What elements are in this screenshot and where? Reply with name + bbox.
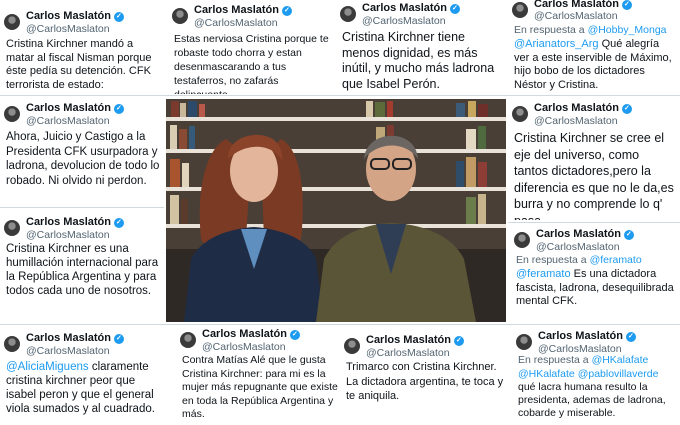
user-handle[interactable]: @CarlosMaslaton [26, 345, 110, 357]
display-name: Carlos Maslatón [538, 330, 623, 342]
divider [0, 95, 680, 96]
tweet-text: @Arianators_Arg Qué alegría ver a este i… [514, 38, 676, 92]
verified-badge-icon: ✓ [113, 334, 124, 344]
profile-avatar[interactable] [4, 106, 20, 122]
verified-badge-icon: ✓ [621, 104, 632, 114]
verified-badge-icon: ✓ [113, 218, 124, 228]
tweet-card-1[interactable]: Carlos Maslatón ✓ @CarlosMaslaton Cristin… [2, 8, 164, 92]
tweet-card-2[interactable]: Carlos Maslatón ✓ @CarlosMaslaton Estas n… [170, 2, 335, 94]
reply-context: En respuesta a @feramato [516, 254, 680, 266]
divider [0, 324, 680, 325]
user-handle[interactable]: @CarlosMaslaton [202, 341, 286, 353]
tweet-text: Trimarco con Cristina Kirchner. La dicta… [346, 361, 504, 402]
reply-context: En respuesta a @Hobby_Monga [514, 24, 680, 36]
user-handle[interactable]: @CarlosMaslaton [534, 115, 618, 127]
photo-two-people[interactable] [166, 99, 506, 322]
reply-prefix: En respuesta a [518, 354, 589, 366]
tweet-text: Cristina Kirchner se cree el eje del uni… [514, 131, 674, 220]
display-name: Carlos Maslatón [26, 102, 111, 114]
mention-link-2[interactable]: @pablovillaverde [578, 368, 659, 380]
mention-link[interactable]: @HKalafate [518, 368, 575, 380]
user-handle[interactable]: @CarlosMaslaton [26, 23, 110, 35]
display-name: Carlos Maslatón [366, 334, 451, 346]
tweet-card-5[interactable]: Carlos Maslatón ✓ @CarlosMaslaton Ahora, … [2, 100, 164, 202]
divider [508, 222, 680, 223]
profile-avatar[interactable] [4, 220, 20, 236]
profile-avatar[interactable] [512, 2, 528, 18]
profile-avatar[interactable] [514, 232, 530, 248]
mention-link[interactable]: @feramato [516, 268, 571, 280]
profile-avatar[interactable] [4, 336, 20, 352]
display-name: Carlos Maslatón [534, 0, 619, 10]
verified-badge-icon: ✓ [453, 336, 464, 346]
tweet-text: Cristina Kirchner tiene menos dignidad, … [342, 30, 495, 91]
mention-link[interactable]: @AliciaMiguens [6, 361, 89, 373]
tweet-text: @HKalafate @pablovillaverde qué lacra hu… [518, 368, 676, 420]
verified-badge-icon: ✓ [281, 6, 292, 16]
display-name: Carlos Maslatón [202, 328, 287, 340]
mention-link[interactable]: @Arianators_Arg [514, 38, 599, 50]
user-handle[interactable]: @CarlosMaslaton [26, 229, 110, 241]
tweet-card-6[interactable]: Carlos Maslatón ✓ @CarlosMaslaton Cristin… [510, 100, 680, 220]
tweet-text: @AliciaMiguens claramente cristina kirch… [6, 360, 162, 416]
user-handle[interactable]: @CarlosMaslaton [534, 10, 618, 22]
display-name: Carlos Maslatón [26, 332, 111, 344]
tweet-text: @feramato Es una dictadora fascista, lad… [516, 268, 676, 309]
user-handle[interactable]: @CarlosMaslaton [366, 347, 450, 359]
tweet-card-8[interactable]: Carlos Maslatón ✓ @CarlosMaslaton En resp… [512, 226, 680, 318]
display-name: Carlos Maslatón [534, 102, 619, 114]
user-handle[interactable]: @CarlosMaslaton [362, 15, 446, 27]
reply-prefix: En respuesta a [516, 254, 587, 266]
profile-avatar[interactable] [4, 14, 20, 30]
tweet-text: Estas nerviosa Cristina porque te robast… [174, 33, 329, 94]
profile-avatar[interactable] [340, 6, 356, 22]
user-handle[interactable]: @CarlosMaslaton [194, 17, 278, 29]
verified-badge-icon: ✓ [625, 332, 636, 342]
tweet-card-4[interactable]: Carlos Maslatón ✓ @CarlosMaslaton En resp… [510, 0, 680, 98]
tweet-card-11[interactable]: Carlos Maslatón ✓ @CarlosMaslaton Trimarc… [342, 332, 510, 424]
verified-badge-icon: ✓ [113, 104, 124, 114]
tweet-text: Cristina Kirchner mandó a matar al fisca… [6, 38, 152, 91]
verified-badge-icon: ✓ [449, 4, 460, 14]
tweet-card-7[interactable]: Carlos Maslatón ✓ @CarlosMaslaton Cristin… [2, 214, 164, 312]
profile-avatar[interactable] [344, 338, 360, 354]
reply-mention-link[interactable]: @Hobby_Monga [588, 24, 667, 36]
reply-prefix: En respuesta a [514, 24, 585, 36]
tweet-text: Contra Matías Alé que le gusta Cristina … [182, 354, 338, 420]
tweet-card-3[interactable]: Carlos Maslatón ✓ @CarlosMaslaton Cristin… [338, 0, 506, 92]
display-name: Carlos Maslatón [536, 228, 621, 240]
reply-mention-link[interactable]: @feramato [590, 254, 642, 266]
user-handle[interactable]: @CarlosMaslaton [536, 241, 620, 253]
tweet-card-12[interactable]: Carlos Maslatón ✓ @CarlosMaslaton En resp… [514, 328, 680, 425]
user-handle[interactable]: @CarlosMaslaton [26, 115, 110, 127]
profile-avatar[interactable] [172, 8, 188, 24]
profile-avatar[interactable] [516, 334, 532, 350]
verified-badge-icon: ✓ [621, 0, 632, 10]
display-name: Carlos Maslatón [362, 2, 447, 14]
divider [0, 207, 164, 208]
reply-context: En respuesta a @HKalafate [518, 354, 680, 366]
verified-badge-icon: ✓ [623, 230, 634, 240]
tweet-text: Cristina Kirchner es una humillación int… [6, 243, 159, 297]
reply-mention-link[interactable]: @HKalafate [592, 354, 649, 366]
profile-avatar[interactable] [512, 106, 528, 122]
display-name: Carlos Maslatón [26, 10, 111, 22]
display-name: Carlos Maslatón [26, 216, 111, 228]
tweet-body: qué lacra humana resulto la presidenta, … [518, 381, 666, 419]
tweet-card-9[interactable]: Carlos Maslatón ✓ @CarlosMaslaton @Alicia… [2, 330, 166, 425]
tweet-card-10[interactable]: Carlos Maslatón ✓ @CarlosMaslaton Contra … [178, 326, 342, 425]
profile-avatar[interactable] [180, 332, 196, 348]
user-handle[interactable]: @CarlosMaslaton [538, 343, 622, 355]
verified-badge-icon: ✓ [289, 330, 300, 340]
verified-badge-icon: ✓ [113, 12, 124, 22]
display-name: Carlos Maslatón [194, 4, 279, 16]
photo-illustration [166, 99, 506, 322]
tweet-text: Ahora, Juicio y Castigo a la Presidenta … [6, 131, 160, 187]
